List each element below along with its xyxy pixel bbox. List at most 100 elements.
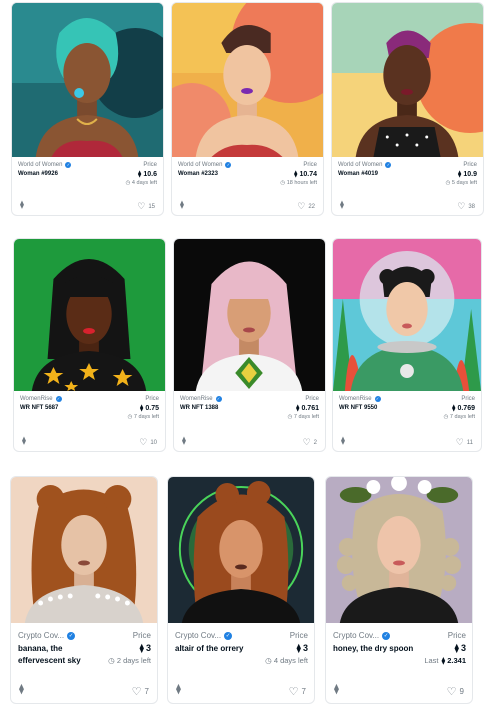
time-left: ◷ 4 days left	[265, 656, 308, 665]
card-footer: ⧫ ♡ 22	[172, 195, 323, 215]
ethereum-icon: ⧫	[457, 171, 462, 178]
time-left: ◷ 18 hours left	[280, 180, 317, 186]
price-value: ⧫ 3	[454, 643, 466, 653]
favorite-button[interactable]: ♡ 15	[137, 201, 155, 212]
nft-name[interactable]: altair of the orrery	[175, 643, 265, 655]
ethereum-icon: ⧫	[334, 684, 339, 695]
nft-name[interactable]: honey, the dry spoon	[333, 643, 423, 655]
heart-icon: ♡	[455, 437, 464, 447]
nft-card[interactable]: Crypto Cov... ✓ honey, the dry spoon Pric…	[325, 476, 473, 704]
heart-icon: ♡	[302, 437, 311, 447]
nft-name[interactable]: WR NFT 1388	[180, 405, 218, 411]
nft-image[interactable]	[172, 3, 323, 157]
price-label: Price	[132, 631, 151, 640]
collection-name[interactable]: Crypto Cov... ✓	[333, 631, 391, 640]
ethereum-icon: ⧫	[139, 643, 144, 653]
verified-badge-icon: ✓	[65, 162, 72, 168]
nft-image[interactable]	[12, 3, 163, 157]
nft-name[interactable]: Woman #4019	[338, 171, 378, 177]
ethereum-icon: ⧫	[22, 436, 26, 445]
favorite-button[interactable]: ♡ 7	[132, 685, 149, 698]
price-value: ⧫ 0.75	[139, 405, 159, 412]
price-label: Price	[303, 162, 317, 168]
price-value: ⧫ 3	[296, 643, 308, 653]
price-value: ⧫ 10.9	[457, 171, 477, 178]
ethereum-icon: ⧫	[296, 405, 300, 412]
nft-image[interactable]	[11, 477, 157, 623]
nft-name[interactable]: WR NFT 5687	[20, 405, 58, 411]
ethereum-icon: ⧫	[296, 643, 301, 653]
time-left: ◷ 7 days left	[443, 414, 475, 420]
collection-name[interactable]: World of Women ✓	[178, 162, 232, 168]
price-value: ⧫ 10.74	[294, 171, 317, 178]
nft-name[interactable]: Woman #9926	[18, 171, 58, 177]
clock-icon: ◷	[108, 656, 115, 665]
ethereum-icon: ⧫	[176, 684, 181, 695]
favorite-button[interactable]: ♡ 7	[289, 685, 306, 698]
collection-name[interactable]: Crypto Cov... ✓	[175, 631, 233, 640]
favorite-button[interactable]: ♡ 10	[139, 437, 157, 448]
card-footer: ⧫ ♡ 9	[326, 677, 472, 703]
ethereum-icon: ⧫	[341, 436, 345, 445]
ethereum-icon: ⧫	[441, 656, 446, 665]
card-footer: ⧫ ♡ 38	[332, 195, 483, 215]
nft-card[interactable]: WomenRise ✓ WR NFT 1388 Price ⧫ 0.761 ◷ 7 …	[173, 238, 326, 452]
nft-image[interactable]	[333, 239, 481, 391]
clock-icon: ◷	[127, 414, 133, 420]
card-footer: ⧫ ♡ 7	[11, 677, 157, 703]
ethereum-icon: ⧫	[454, 643, 459, 653]
favorite-button[interactable]: ♡ 38	[457, 201, 475, 212]
time-left: ◷ 7 days left	[127, 414, 159, 420]
heart-icon: ♡	[297, 201, 306, 211]
nft-image[interactable]	[14, 239, 165, 391]
collection-name[interactable]: World of Women ✓	[338, 162, 392, 168]
card-footer: ⧫ ♡ 11	[333, 431, 481, 451]
price-label: Price	[461, 396, 475, 402]
card-footer: ⧫ ♡ 15	[12, 195, 163, 215]
price-value: ⧫ 3	[139, 643, 151, 653]
price-label: Price	[145, 396, 159, 402]
time-left: ◷ 7 days left	[287, 414, 319, 420]
verified-badge-icon: ✓	[215, 396, 222, 402]
nft-card[interactable]: WomenRise ✓ WR NFT 9550 Price ⧫ 0.769 ◷ 7 …	[332, 238, 482, 452]
collection-name[interactable]: Crypto Cov... ✓	[18, 631, 76, 640]
ethereum-icon: ⧫	[340, 200, 344, 209]
collection-name[interactable]: World of Women ✓	[18, 162, 72, 168]
favorite-button[interactable]: ♡ 2	[303, 437, 317, 448]
nft-name[interactable]: Woman #2323	[178, 171, 218, 177]
nft-card[interactable]: World of Women ✓ Woman #9926 Price ⧫ 10.6 …	[11, 2, 164, 216]
nft-image[interactable]	[332, 3, 483, 157]
nft-image[interactable]	[326, 477, 472, 623]
nft-image[interactable]	[168, 477, 314, 623]
nft-card[interactable]: Crypto Cov... ✓ altair of the orrery Pric…	[167, 476, 315, 704]
time-left: ◷ 5 days left	[445, 180, 477, 186]
nft-name[interactable]: WR NFT 9550	[339, 405, 377, 411]
price-value: ⧫ 0.761	[296, 405, 319, 412]
nft-image[interactable]	[174, 239, 325, 391]
favorite-button[interactable]: ♡ 9	[447, 685, 464, 698]
favorite-button[interactable]: ♡ 11	[456, 437, 473, 448]
verified-badge-icon: ✓	[224, 631, 233, 640]
nft-card[interactable]: World of Women ✓ Woman #4019 Price ⧫ 10.9 …	[331, 2, 484, 216]
card-footer: ⧫ ♡ 2	[174, 431, 325, 451]
nft-name[interactable]: banana, the effervescent sky	[18, 643, 108, 667]
price-label: Price	[305, 396, 319, 402]
clock-icon: ◷	[445, 180, 451, 186]
verified-badge-icon: ✓	[55, 396, 62, 402]
nft-card[interactable]: World of Women ✓ Woman #2323 Price ⧫ 10.74…	[171, 2, 324, 216]
time-left: ◷ 2 days left	[108, 656, 151, 665]
heart-icon: ♡	[137, 201, 146, 211]
ethereum-icon: ⧫	[20, 200, 24, 209]
nft-card[interactable]: Crypto Cov... ✓ banana, the effervescent …	[10, 476, 158, 704]
collection-name[interactable]: WomenRise ✓	[339, 396, 381, 402]
nft-card[interactable]: WomenRise ✓ WR NFT 5687 Price ⧫ 0.75 ◷ 7 d…	[13, 238, 166, 452]
ethereum-icon: ⧫	[182, 436, 186, 445]
ethereum-icon: ⧫	[294, 171, 298, 178]
price-label: Price	[143, 162, 157, 168]
heart-icon: ♡	[131, 686, 142, 698]
price-value: ⧫ 10.6	[137, 171, 157, 178]
collection-name[interactable]: WomenRise ✓	[20, 396, 62, 402]
favorite-button[interactable]: ♡ 22	[297, 201, 315, 212]
ethereum-icon: ⧫	[139, 405, 144, 412]
collection-name[interactable]: WomenRise ✓	[180, 396, 222, 402]
